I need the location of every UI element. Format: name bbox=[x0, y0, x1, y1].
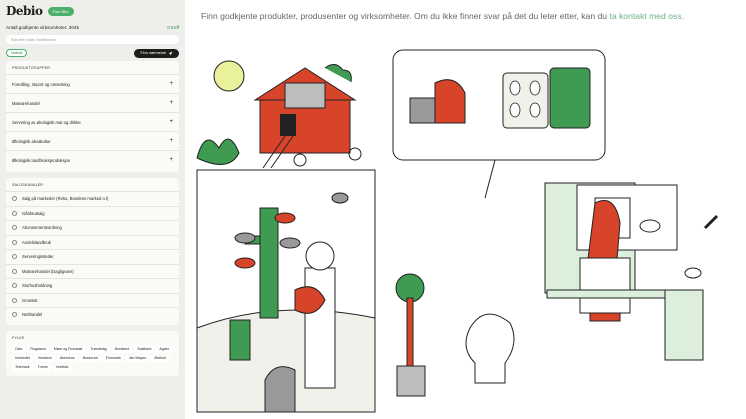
sales-channel-item[interactable]: Netthandel bbox=[6, 307, 179, 322]
county-chip[interactable]: Troms bbox=[34, 363, 51, 371]
desk-scene bbox=[544, 182, 719, 361]
sidebar: Debio Finn Øko Antall godkjente virksomh… bbox=[0, 0, 185, 419]
search-input[interactable]: Søk etter foket. bedriftsnavn bbox=[6, 35, 179, 44]
radio-icon[interactable] bbox=[12, 312, 17, 318]
sales-channels-list: Salg på markeder (Reko, Bondens marked o… bbox=[6, 191, 179, 322]
thought-bubble bbox=[392, 49, 606, 199]
county-chip[interactable]: Akershus bbox=[56, 354, 78, 362]
plus-icon: + bbox=[169, 138, 173, 144]
product-group-label: Servering av økologisk mat og drikke bbox=[12, 119, 81, 125]
radio-icon[interactable] bbox=[12, 239, 17, 245]
sales-channels-title: SALGSKANALER bbox=[12, 183, 44, 187]
sun-shape bbox=[213, 60, 245, 92]
radio-icon[interactable] bbox=[12, 268, 17, 274]
county-chip[interactable]: Svalbard bbox=[134, 345, 155, 353]
count-result: 0 treff bbox=[167, 24, 179, 30]
plant-and-dog bbox=[395, 273, 515, 397]
sales-channel-item[interactable]: Gårdsutsalg bbox=[6, 205, 179, 221]
farmer-scene bbox=[196, 169, 376, 413]
product-group-item[interactable]: Økologisk landbruksproduksjon + bbox=[6, 150, 179, 169]
radio-icon[interactable] bbox=[12, 297, 17, 303]
contact-link[interactable]: ta kontakt med oss. bbox=[609, 11, 684, 21]
egg-carton bbox=[502, 72, 549, 129]
county-chip[interactable]: Østfold bbox=[151, 354, 169, 362]
county-chip[interactable]: Trøndelag bbox=[87, 345, 110, 353]
sales-channel-label: Abonnementsordning bbox=[22, 225, 62, 231]
sales-channel-item[interactable]: Matvarehandel (Dagligvare) bbox=[6, 263, 179, 279]
sales-channel-item[interactable]: Serveringssteder bbox=[6, 249, 179, 264]
reset-button[interactable]: Nullstill bbox=[6, 49, 28, 57]
product-group-label: Økologisk landbruksproduksjon bbox=[12, 157, 71, 163]
county-chip[interactable]: Vestland bbox=[34, 354, 55, 362]
county-chip[interactable]: Oslo bbox=[12, 345, 26, 353]
farmer-figure bbox=[304, 267, 336, 389]
sales-channel-label: Matvarehandel (Dagligvare) bbox=[22, 268, 74, 274]
product-group-item[interactable]: Matvarehandel + bbox=[6, 93, 179, 112]
sales-channel-item[interactable]: Salg på markeder (Reko, Bondens marked o… bbox=[6, 191, 179, 206]
illustration bbox=[196, 49, 719, 413]
plus-icon: + bbox=[169, 157, 173, 163]
product-groups-panel: PRODUKTGRUPPER Foredling, import og omse… bbox=[6, 61, 179, 172]
sales-channel-label: Serveringssteder bbox=[22, 254, 54, 260]
sales-channel-label: Salg på markeder (Reko, Bondens marked o… bbox=[22, 196, 109, 202]
county-chips: Oslo Rogaland Møre og Romsdal Trøndelag Nord… bbox=[6, 344, 179, 373]
sales-channels-panel: SALGSKANALER Salg på markeder (Reko, Bon… bbox=[6, 178, 179, 325]
header: Debio Finn Øko bbox=[0, 0, 185, 22]
product-group-item[interactable]: Servering av økologisk mat og drikke + bbox=[6, 112, 179, 131]
radio-icon[interactable] bbox=[12, 254, 17, 260]
county-chip[interactable]: Telemark bbox=[12, 363, 33, 371]
county-chip[interactable]: Agder bbox=[156, 345, 172, 353]
finn-oko-badge[interactable]: Finn Øko bbox=[47, 6, 74, 16]
county-chip[interactable]: Møre og Romsdal bbox=[50, 345, 86, 353]
county-chip[interactable]: Innlandet bbox=[12, 354, 33, 362]
product-group-label: Økologisk akvakultur bbox=[12, 138, 51, 144]
county-title: FYLKE bbox=[12, 335, 25, 340]
count-row: Antall godkjente virksomheter: 3045 0 tr… bbox=[0, 22, 185, 32]
sales-channel-item[interactable]: Grossist bbox=[6, 292, 179, 308]
county-chip[interactable]: Jan Mayen bbox=[125, 354, 150, 362]
sales-channel-label: Andelslandbruk bbox=[22, 239, 51, 245]
sales-channel-item[interactable]: Storhusholdning bbox=[6, 278, 179, 293]
county-chip[interactable]: Rogaland bbox=[27, 345, 49, 353]
sales-channel-label: Gårdsutsalg bbox=[22, 210, 45, 216]
count-label: Antall godkjente virksomheter: 3045 bbox=[6, 24, 80, 30]
county-chip[interactable]: Buskerud bbox=[79, 354, 101, 362]
product-groups-list: Foredling, import og omsetning + Matvareha… bbox=[6, 74, 179, 169]
plus-icon: + bbox=[169, 119, 173, 125]
county-chip[interactable]: Vestfold bbox=[52, 363, 72, 371]
coop-scene bbox=[196, 60, 362, 169]
find-nearest-button[interactable]: Finn nærmeste bbox=[134, 48, 179, 58]
radio-icon[interactable] bbox=[12, 225, 17, 231]
product-group-item[interactable]: Økologisk akvakultur + bbox=[6, 131, 179, 150]
find-nearest-label: Finn nærmeste bbox=[140, 51, 166, 55]
radio-icon[interactable] bbox=[12, 196, 17, 202]
radio-icon[interactable] bbox=[12, 210, 17, 216]
cactus-tree bbox=[259, 207, 279, 319]
county-chip[interactable]: Finnmark bbox=[102, 354, 124, 362]
sales-channel-label: Grossist bbox=[22, 297, 38, 303]
product-group-item[interactable]: Foredling, import og omsetning + bbox=[6, 74, 179, 93]
product-groups-title: PRODUKTGRUPPER bbox=[12, 66, 51, 70]
locate-arrow-icon bbox=[168, 51, 173, 55]
sales-channel-item[interactable]: Abonnementsordning bbox=[6, 220, 179, 235]
intro-body: Finn godkjente produkter, produsenter og… bbox=[201, 11, 610, 21]
product-group-label: Foredling, import og omsetning bbox=[12, 81, 70, 87]
plus-icon: + bbox=[169, 100, 173, 106]
radio-icon[interactable] bbox=[12, 283, 17, 289]
sales-channel-item[interactable]: Andelslandbruk bbox=[6, 234, 179, 250]
search-placeholder: Søk etter foket. bedriftsnavn bbox=[11, 37, 56, 42]
county-chip[interactable]: Nordland bbox=[111, 345, 133, 353]
county-panel: FYLKE Oslo Rogaland Møre og Romsdal Trøndel… bbox=[6, 330, 179, 376]
product-group-label: Matvarehandel bbox=[12, 100, 40, 106]
intro-text: Finn godkjente produkter, produsenter og… bbox=[201, 11, 684, 21]
sales-channel-label: Storhusholdning bbox=[22, 283, 53, 289]
plus-icon: + bbox=[169, 81, 173, 87]
filter-row: Nullstill Finn nærmeste bbox=[0, 47, 185, 59]
main-content: Finn godkjente produkter, produsenter og… bbox=[185, 0, 746, 419]
dog-figure bbox=[465, 313, 515, 384]
sales-channel-label: Netthandel bbox=[22, 312, 43, 318]
logo[interactable]: Debio bbox=[6, 4, 43, 18]
